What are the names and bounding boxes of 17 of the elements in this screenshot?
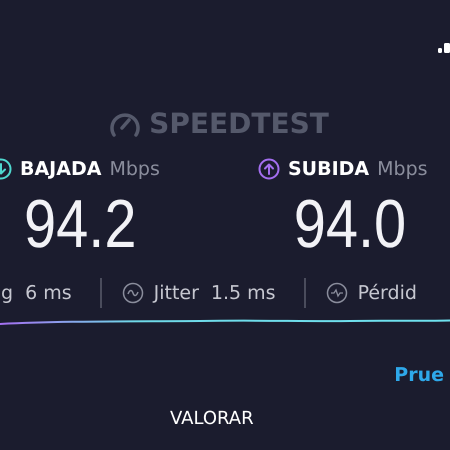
metric-value: 6 ms xyxy=(25,282,72,304)
unit-label: Mbps xyxy=(377,158,428,180)
speed-value: 94.0 xyxy=(292,185,406,264)
metric-label: g xyxy=(1,282,14,304)
logo-text: SPEEDTEST xyxy=(149,107,329,140)
test-link[interactable]: Prue xyxy=(394,364,444,386)
signal-icon xyxy=(438,43,450,53)
wave-icon xyxy=(122,282,144,304)
result-label: SUBIDA xyxy=(288,158,370,180)
metric-label: Pérdid xyxy=(358,282,417,304)
pulse-icon xyxy=(326,282,348,304)
unit-label: Mbps xyxy=(109,158,160,180)
metric-label: Jitter xyxy=(154,282,199,304)
metric-value: 1.5 ms xyxy=(210,282,276,304)
rate-button[interactable]: VALORAR xyxy=(170,408,254,429)
result-label: BAJADA xyxy=(20,158,102,180)
speed-value: 94.2 xyxy=(23,185,138,264)
